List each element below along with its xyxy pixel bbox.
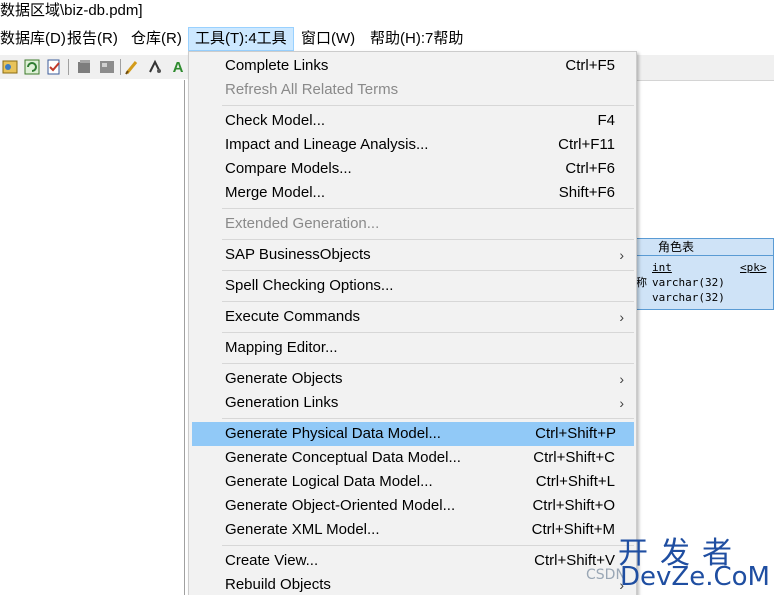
menu-item-extended-generation: Extended Generation... [189,212,636,236]
menu-item-impact-lineage-analysis[interactable]: Impact and Lineage Analysis... Ctrl+F11 [189,133,636,157]
menu-item-check-model[interactable]: Check Model... F4 [189,109,636,133]
menu-item-shortcut: Ctrl+F11 [558,136,615,153]
menu-item-label: Impact and Lineage Analysis... [225,136,429,153]
menu-item-label: Generation Links [225,394,339,411]
toolbar: A [0,55,190,79]
menu-item-label: Generate XML Model... [225,521,380,538]
chevron-right-icon: › [619,395,624,411]
menu-item-label: Create View... [225,552,319,569]
chevron-right-icon: › [619,371,624,387]
link-icon[interactable] [147,59,163,75]
menu-item-generate-logical-data-model[interactable]: Generate Logical Data Model... Ctrl+Shif… [189,470,636,494]
menu-item-shortcut: Shift+F6 [558,184,615,201]
menu-item-label: Mapping Editor... [225,339,338,356]
check-icon[interactable] [46,59,62,75]
menu-separator [222,332,634,333]
menu-separator [222,270,634,271]
menu-tools[interactable]: 工具(T):4工具 [188,27,294,51]
menu-separator [222,208,634,209]
entity-row-type: varchar(32) [652,276,725,289]
menu-item-generate-objects[interactable]: Generate Objects › [189,367,636,391]
brush-icon[interactable] [124,59,140,75]
menu-item-label: Merge Model... [225,184,326,201]
menu-item-label: Generate Object-Oriented Model... [225,497,456,514]
menu-item-label: Extended Generation... [225,215,380,232]
toolbar-separator [68,59,69,75]
menu-item-shortcut: Ctrl+Shift+C [533,449,615,466]
entity-table[interactable]: 角色表 称 int <pk> varchar(32) varchar(32) [636,238,774,310]
menu-item-complete-links[interactable]: Complete Links Ctrl+F5 [189,54,636,78]
menu-item-label: Check Model... [225,112,326,129]
menu-item-mapping-editor[interactable]: Mapping Editor... [189,336,636,360]
menu-separator [222,363,634,364]
menu-database[interactable]: 数据库(D) [0,27,66,51]
menu-item-shortcut: F4 [597,112,615,129]
menu-item-label: SAP BusinessObjects [225,246,371,263]
menu-item-shortcut: Ctrl+F6 [565,160,615,177]
tools-dropdown-menu: Complete Links Ctrl+F5 Refresh All Relat… [188,51,637,595]
entity-row-type: varchar(32) [652,291,725,304]
chevron-right-icon: › [619,309,624,325]
menu-help[interactable]: 帮助(H):7帮助 [370,27,463,51]
menu-separator [222,105,634,106]
menu-item-label: Generate Logical Data Model... [225,473,433,490]
menu-item-rebuild-objects[interactable]: Rebuild Objects › [189,573,636,595]
menu-item-create-view[interactable]: Create View... Ctrl+Shift+V [189,549,636,573]
menu-item-label: Generate Physical Data Model... [225,425,441,442]
watermark: 开发者 CSDN DevZe.CoM [586,528,774,595]
menu-item-shortcut: Ctrl+Shift+P [535,425,616,442]
canvas-border [184,80,185,595]
menu-item-spell-checking-options[interactable]: Spell Checking Options... [189,274,636,298]
menu-item-shortcut: Ctrl+Shift+L [535,473,615,490]
menubar: 数据库(D) 报告(R) 仓库(R) 工具(T):4工具 窗口(W) 帮助(H)… [0,27,774,51]
menu-item-label: Rebuild Objects [225,576,331,593]
image-icon[interactable] [99,59,115,75]
menu-item-generate-object-oriented-model[interactable]: Generate Object-Oriented Model... Ctrl+S… [189,494,636,518]
window-title: 数据区域\biz-db.pdm] [0,2,143,19]
watermark-english: DevZe.CoM [620,562,770,592]
menu-item-generate-physical-data-model[interactable]: Generate Physical Data Model... Ctrl+Shi… [192,422,634,446]
toolbar-separator [120,59,121,75]
menu-item-label: Execute Commands [225,308,361,325]
menu-item-label: Spell Checking Options... [225,277,394,294]
menu-item-label: Refresh All Related Terms [225,81,399,98]
cube-icon[interactable] [76,59,92,75]
menu-item-execute-commands[interactable]: Execute Commands › [189,305,636,329]
database-icon[interactable] [2,59,18,75]
toolbar-right-area [636,55,774,81]
menu-separator [222,239,634,240]
chevron-right-icon: › [619,247,624,263]
menu-repository[interactable]: 仓库(R) [131,27,182,51]
menu-item-refresh-all-related-terms: Refresh All Related Terms [189,78,636,102]
menu-item-label: Generate Objects [225,370,343,387]
entity-row-type: int [652,261,672,274]
entity-row-label: 称 [636,276,647,289]
menu-window[interactable]: 窗口(W) [301,27,355,51]
menu-item-label: Generate Conceptual Data Model... [225,449,461,466]
menu-separator [222,418,634,419]
entity-row-key: <pk> [740,261,767,274]
menu-item-sap-businessobjects[interactable]: SAP BusinessObjects › [189,243,636,267]
menu-item-shortcut: Ctrl+Shift+O [532,497,615,514]
menu-item-generate-xml-model[interactable]: Generate XML Model... Ctrl+Shift+M [189,518,636,542]
menu-item-compare-models[interactable]: Compare Models... Ctrl+F6 [189,157,636,181]
menu-item-shortcut: Ctrl+F5 [565,57,615,74]
menu-item-label: Compare Models... [225,160,352,177]
text-a-icon[interactable]: A [170,59,186,76]
menu-item-generation-links[interactable]: Generation Links › [189,391,636,415]
menu-report[interactable]: 报告(R) [67,27,118,51]
menu-item-merge-model[interactable]: Merge Model... Shift+F6 [189,181,636,205]
menu-item-label: Complete Links [225,57,329,74]
entity-title: 角色表 [636,239,773,256]
menu-separator [222,301,634,302]
menu-item-generate-conceptual-data-model[interactable]: Generate Conceptual Data Model... Ctrl+S… [189,446,636,470]
refresh-icon[interactable] [24,59,40,75]
menu-separator [222,545,634,546]
